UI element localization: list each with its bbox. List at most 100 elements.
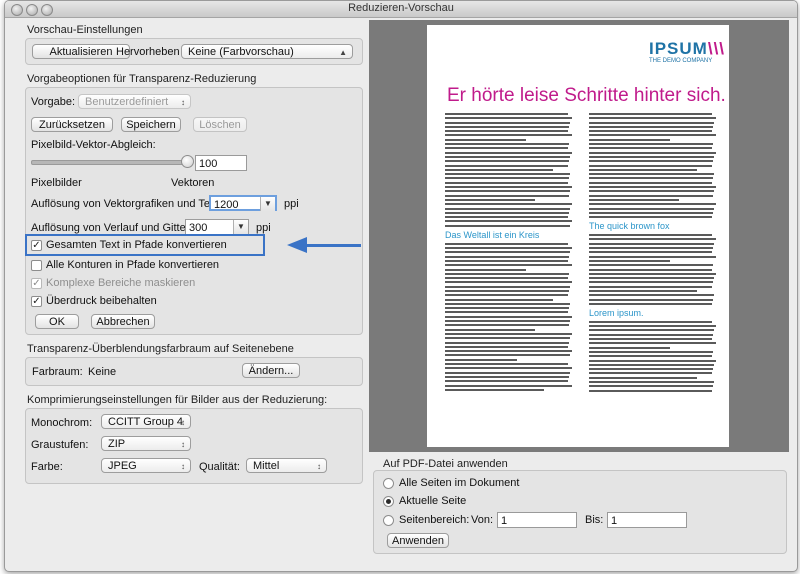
cancel-button[interactable]: Abbrechen <box>91 314 155 329</box>
apply-button[interactable]: Anwenden <box>387 533 449 548</box>
text-line <box>589 368 714 371</box>
preview-settings-title: Vorschau-Einstellungen <box>27 24 143 36</box>
text-line <box>589 359 716 362</box>
text-line <box>589 125 714 128</box>
clip-complex-label: Komplexe Bereiche maskieren <box>46 277 196 289</box>
preset-options-title: Vorgabeoptionen für Transparenz-Reduzier… <box>27 73 257 85</box>
preset-select[interactable]: Benutzerdefiniert ↕ <box>78 94 191 109</box>
page-range-radio[interactable] <box>383 515 394 526</box>
text-line <box>589 190 715 193</box>
text-line <box>589 281 714 284</box>
text-line <box>445 117 572 120</box>
logo-bars: \\\ <box>707 39 726 58</box>
text-line <box>589 242 715 245</box>
convert-text-label: Gesamten Text in Pfade konvertieren <box>46 239 227 251</box>
text-line <box>445 289 570 292</box>
text-line <box>445 341 570 344</box>
text-line <box>445 181 568 184</box>
text-line <box>445 388 544 391</box>
preserve-overprint-checkbox[interactable]: ✓ <box>31 296 42 307</box>
gray-compression-value: ZIP <box>108 438 126 450</box>
color-label: Farbe: <box>31 461 63 473</box>
balance-slider-track[interactable] <box>31 160 190 165</box>
text-line <box>589 121 715 124</box>
text-line <box>445 255 570 258</box>
text-line <box>445 384 572 387</box>
text-line <box>589 198 679 201</box>
text-line <box>445 350 572 353</box>
text-line <box>589 216 712 219</box>
text-line <box>445 371 571 374</box>
clip-complex-checkbox[interactable]: ✓ <box>31 278 42 289</box>
reset-button[interactable]: Zurücksetzen <box>31 117 113 132</box>
text-line <box>589 385 714 388</box>
convert-text-checkbox[interactable]: ✓ <box>31 240 42 251</box>
text-line <box>445 332 572 335</box>
gray-compression-select[interactable]: ZIP ↕ <box>101 436 191 451</box>
delete-preset-button[interactable]: Löschen <box>193 117 247 132</box>
text-line <box>445 367 572 370</box>
text-line <box>589 207 715 210</box>
text-line <box>589 294 715 297</box>
color-compression-select[interactable]: JPEG ↕ <box>101 458 191 473</box>
dropdown-arrow-icon[interactable]: ▼ <box>233 220 248 234</box>
text-line <box>589 251 712 254</box>
updown-arrows-icon: ↕ <box>181 462 185 471</box>
text-line <box>589 160 714 163</box>
text-line <box>445 294 568 297</box>
text-line <box>445 207 571 210</box>
all-pages-radio[interactable] <box>383 478 394 489</box>
dropdown-arrow-icon[interactable]: ▼ <box>260 197 275 211</box>
text-line <box>445 138 526 141</box>
window-title: Reduzieren-Vorschau <box>348 2 454 14</box>
from-page-field[interactable]: 1 <box>497 512 577 528</box>
preset-label: Vorgabe: <box>31 96 76 108</box>
text-line <box>445 302 571 305</box>
text-line <box>589 151 716 154</box>
all-pages-label: Alle Seiten im Dokument <box>399 477 520 489</box>
text-line <box>445 324 570 327</box>
mono-compression-select[interactable]: CCITT Group 4 ↕ <box>101 414 191 429</box>
highlight-select-value: Keine (Farbvorschau) <box>188 46 294 58</box>
text-line <box>445 298 553 301</box>
gradient-resolution-combo[interactable]: 300 ▼ <box>185 219 249 235</box>
balance-value-field[interactable]: 100 <box>195 155 247 171</box>
convert-strokes-label: Alle Konturen in Pfade konvertieren <box>46 259 220 271</box>
text-line <box>589 376 697 379</box>
text-line <box>589 363 715 366</box>
text-line <box>589 194 714 197</box>
preview-text-column-right: The quick brown fox Lorem ipsum. <box>589 113 717 394</box>
convert-strokes-checkbox[interactable] <box>31 260 42 271</box>
ok-button[interactable]: OK <box>35 314 79 329</box>
text-line <box>589 255 716 258</box>
preview-subheading: Das Weltall ist ein Kreis <box>445 229 540 240</box>
text-line <box>445 160 570 163</box>
quality-label: Qualität: <box>199 461 240 473</box>
text-line <box>589 181 712 184</box>
vector-resolution-combo[interactable]: 1200 ▼ <box>209 195 277 211</box>
highlight-select[interactable]: Keine (Farbvorschau) ▲ <box>181 44 353 59</box>
text-line <box>589 298 714 301</box>
quality-select[interactable]: Mittel ↕ <box>246 458 327 473</box>
text-line <box>445 125 570 128</box>
balance-slider-knob[interactable] <box>181 155 194 168</box>
text-line <box>589 289 697 292</box>
save-preset-button[interactable]: Speichern <box>121 117 181 132</box>
title-bar: Reduzieren-Vorschau <box>5 1 797 18</box>
text-line <box>589 320 712 323</box>
from-label: Von: <box>471 514 494 526</box>
gradient-ppi-unit: ppi <box>256 222 271 234</box>
to-page-field[interactable]: 1 <box>607 512 687 528</box>
current-page-radio[interactable] <box>383 496 394 507</box>
vector-resolution-label: Auflösung von Vektorgrafiken und Text: <box>31 198 222 210</box>
text-line <box>445 337 571 340</box>
raster-label: Pixelbilder <box>31 177 82 189</box>
balance-label: Pixelbild-Vektor-Abgleich: <box>31 139 156 151</box>
text-line <box>589 346 670 349</box>
text-line <box>445 155 571 158</box>
text-line <box>445 134 572 137</box>
change-blend-space-button[interactable]: Ändern... <box>242 363 300 378</box>
text-line <box>445 307 570 310</box>
flattener-preview-window: Reduzieren-Vorschau Vorschau-Einstellung… <box>4 0 798 572</box>
text-line <box>445 247 572 250</box>
